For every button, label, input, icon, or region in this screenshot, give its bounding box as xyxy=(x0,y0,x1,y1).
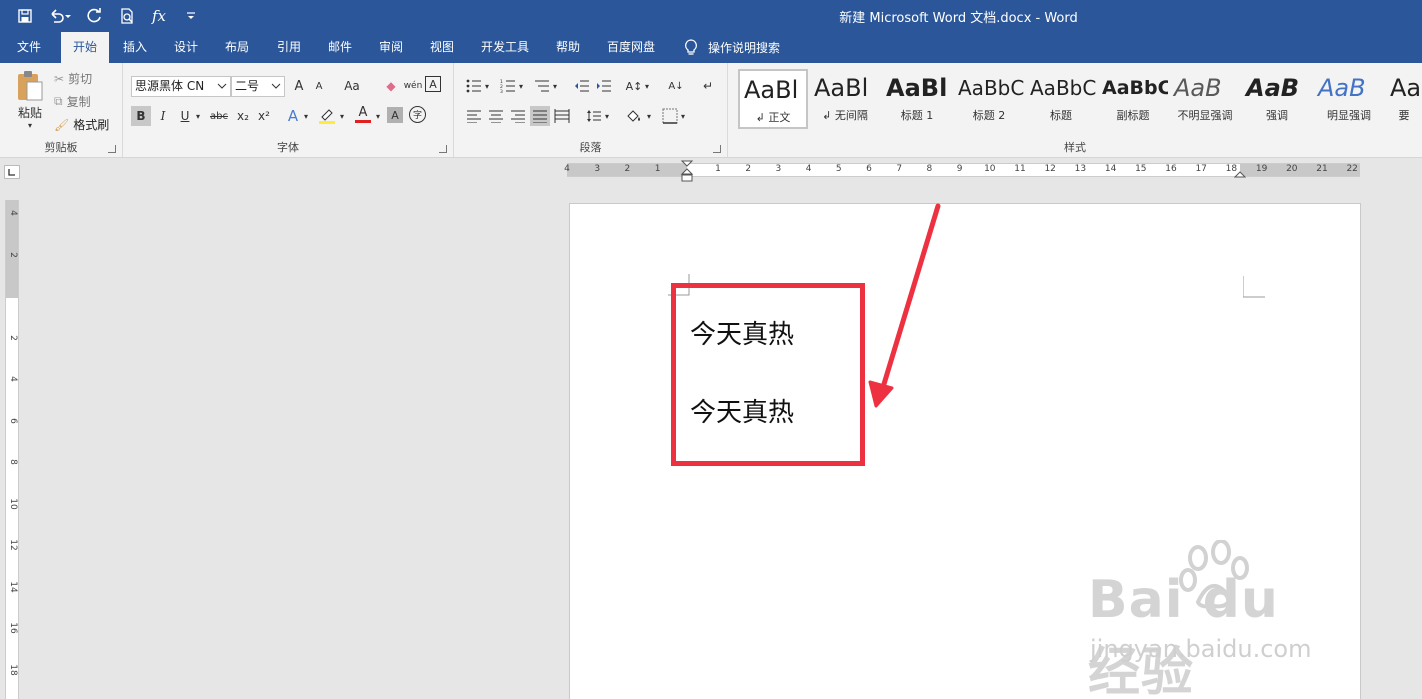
baidu-watermark: Bai du 经验 jingyan.baidu.com xyxy=(1088,540,1348,699)
watermark-url: jingyan.baidu.com xyxy=(1090,635,1312,663)
